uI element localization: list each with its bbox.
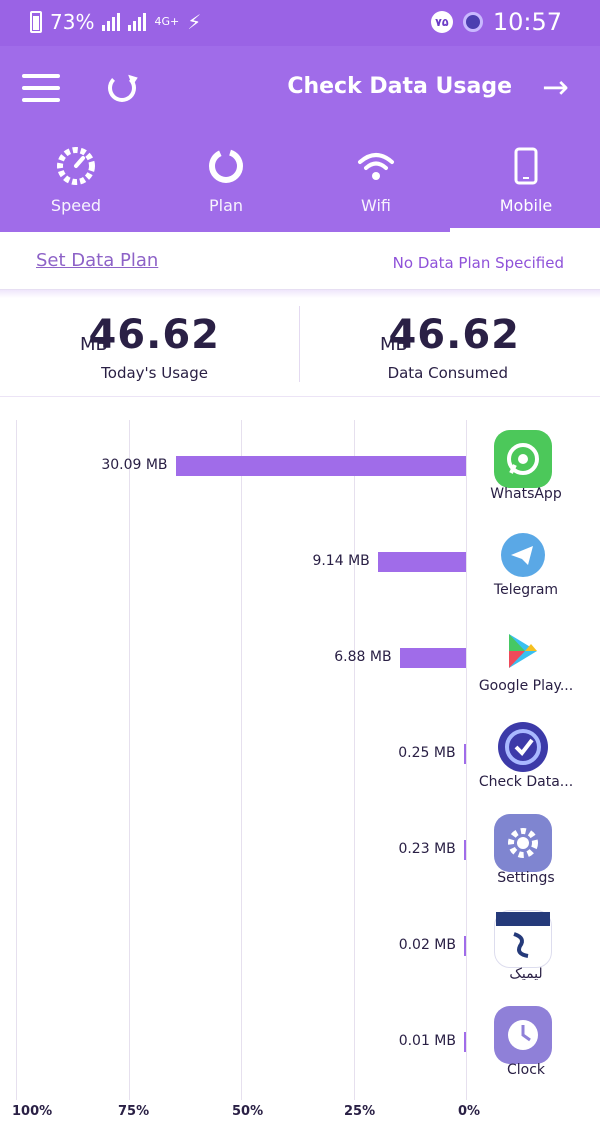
status-bar: 73% 4G+ ⚡ ۷۵ 10:57 xyxy=(0,0,600,46)
usage-value-label: 0.25 MB xyxy=(398,745,456,761)
usage-bar xyxy=(175,456,466,476)
usage-bar xyxy=(399,648,466,668)
stats-bottom-border xyxy=(0,396,600,397)
data-consumed-unit: MB xyxy=(380,334,408,355)
clock-time: 10:57 xyxy=(492,8,562,36)
tab-speed-label: Speed xyxy=(50,196,102,215)
speedometer-icon xyxy=(16,144,136,188)
status-right: ۷۵ 10:57 xyxy=(430,8,562,36)
clock-icon[interactable] xyxy=(494,1006,552,1064)
today-usage-unit: MB xyxy=(80,334,108,355)
gridline xyxy=(354,420,355,1100)
data-consumed: 46.62 MB Data Consumed xyxy=(300,298,600,396)
notification-badge: ۷۵ xyxy=(430,11,453,33)
app-name-telegram: Telegram xyxy=(493,582,559,598)
settings-icon[interactable] xyxy=(494,814,552,872)
usage-bar xyxy=(463,840,466,860)
usage-value-label: 0.01 MB xyxy=(398,1033,456,1049)
charging-off-icon: ⚡ xyxy=(187,10,202,34)
usage-value-label: 0.02 MB xyxy=(398,937,456,953)
app-name-whatsapp: WhatsApp xyxy=(490,486,562,502)
app-header: Check Data Usage → Speed Plan Wifi Mobil… xyxy=(0,46,600,232)
app-name-google-play: Google Play... xyxy=(478,678,574,694)
x-tick-label: 100% xyxy=(12,1104,53,1119)
app-name-roya: لیمیک xyxy=(509,966,543,982)
whatsapp-icon[interactable] xyxy=(494,430,552,488)
usage-value-label: 30.09 MB xyxy=(101,457,168,473)
app-name-clock: Clock xyxy=(506,1062,546,1078)
back-arrow-icon[interactable]: → xyxy=(542,71,574,104)
set-data-plan-link[interactable]: Set Data Plan xyxy=(36,250,158,271)
usage-value-label: 9.14 MB xyxy=(312,553,370,569)
today-usage-value: 46.62 xyxy=(88,312,220,358)
tab-bar: Speed Plan Wifi Mobile xyxy=(0,144,600,232)
gridline xyxy=(129,420,130,1100)
tab-plan[interactable]: Plan xyxy=(166,144,286,232)
pie-chart-icon xyxy=(166,144,286,188)
tab-wifi[interactable]: Wifi xyxy=(316,144,436,232)
x-tick-label: 75% xyxy=(118,1104,150,1119)
refresh-icon[interactable] xyxy=(108,74,136,102)
telegram-icon[interactable] xyxy=(494,526,552,584)
network-type: 4G+ xyxy=(154,15,180,28)
usage-bar xyxy=(464,1032,466,1052)
signal-icon-2 xyxy=(128,13,147,31)
app-name-settings: Settings xyxy=(497,870,555,886)
battery-percent: 73% xyxy=(50,10,95,34)
tab-mobile[interactable]: Mobile xyxy=(466,144,586,232)
usage-value-label: 0.23 MB xyxy=(398,841,456,857)
gridline xyxy=(16,420,17,1100)
data-consumed-caption: Data Consumed xyxy=(387,364,508,382)
dnd-icon xyxy=(462,12,483,32)
app-name-check-data: Check Data... xyxy=(478,774,574,790)
phone-icon xyxy=(466,144,586,188)
data-consumed-value: 46.62 xyxy=(388,312,520,358)
plan-shadow xyxy=(0,290,600,298)
tab-plan-label: Plan xyxy=(208,196,244,215)
battery-icon xyxy=(30,11,42,33)
today-usage-caption: Today's Usage xyxy=(101,364,208,382)
plan-status: No Data Plan Specified xyxy=(392,254,564,272)
usage-bar xyxy=(463,744,466,764)
status-left: 73% 4G+ ⚡ xyxy=(30,10,201,34)
page-title: Check Data Usage xyxy=(287,74,512,99)
x-tick-label: 25% xyxy=(344,1104,376,1119)
google-play-icon[interactable] xyxy=(494,622,552,680)
gridline xyxy=(241,420,242,1100)
check-data-icon[interactable] xyxy=(494,718,552,776)
usage-stats: 46.62 MB Today's Usage 46.62 MB Data Con… xyxy=(0,298,600,396)
usage-chart: WhatsApp Telegram Google Play... Check D… xyxy=(0,400,600,1140)
tab-mobile-label: Mobile xyxy=(499,196,553,215)
stats-divider xyxy=(299,306,300,382)
usage-value-label: 6.88 MB xyxy=(334,649,392,665)
usage-bar xyxy=(464,936,466,956)
x-tick-label: 0% xyxy=(458,1104,481,1119)
today-usage: 46.62 MB Today's Usage xyxy=(0,298,300,396)
usage-bar xyxy=(377,552,466,572)
tab-speed[interactable]: Speed xyxy=(16,144,136,232)
plan-bar: Set Data Plan No Data Plan Specified xyxy=(0,232,600,290)
gridline xyxy=(466,420,467,1100)
roya-icon[interactable] xyxy=(494,910,552,968)
signal-icon xyxy=(102,13,121,31)
wifi-icon xyxy=(316,144,436,188)
tab-wifi-label: Wifi xyxy=(361,196,391,215)
menu-icon[interactable] xyxy=(22,74,60,104)
x-tick-label: 50% xyxy=(232,1104,264,1119)
